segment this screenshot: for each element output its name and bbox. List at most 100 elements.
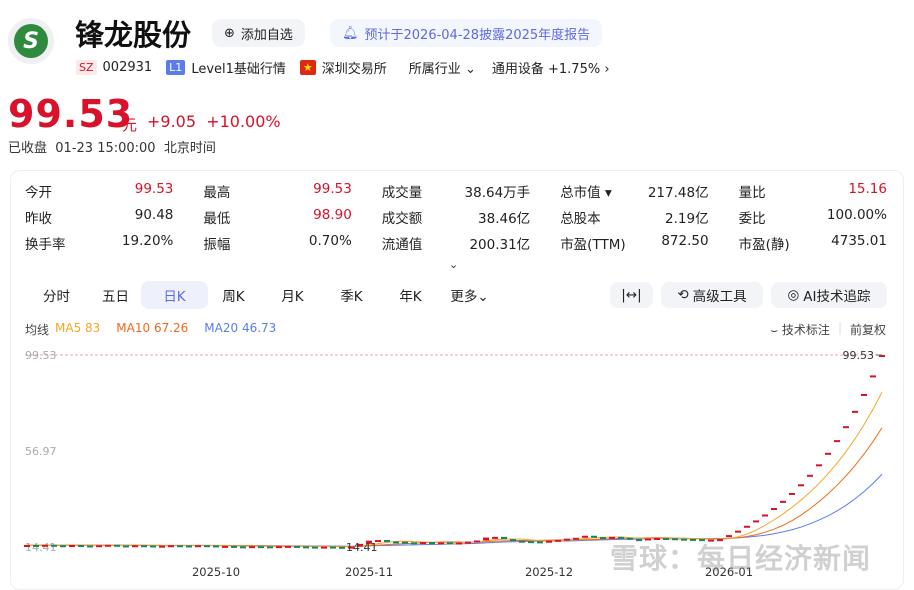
stat-label: 最低 <box>203 211 231 227</box>
candle <box>825 452 831 455</box>
fit-width-button[interactable]: |↔| <box>610 282 653 308</box>
status: 已收盘 <box>8 141 48 156</box>
stat-value: 200.31亿 <box>469 237 531 253</box>
tab-5[interactable]: 季K <box>318 281 385 309</box>
candle <box>456 542 462 545</box>
candle <box>528 541 534 544</box>
advanced-tools-button[interactable]: ⟲ 高级工具 <box>661 282 763 308</box>
candle <box>150 545 156 548</box>
current-price: 99.53 <box>8 92 134 136</box>
tab-3[interactable]: 周K <box>200 281 267 309</box>
stat-label: 最高 <box>203 185 231 201</box>
candle <box>258 546 264 549</box>
market-status: 已收盘 01-23 15:00:00 北京时间 <box>8 137 216 156</box>
logo-mark: S <box>14 24 48 58</box>
candle <box>501 536 507 540</box>
stat-value: 100.00% <box>826 207 887 223</box>
candle <box>249 546 255 549</box>
stat-label: 总股本 <box>560 211 601 227</box>
candle <box>789 492 795 495</box>
expand-chevron-icon[interactable]: ⌄ <box>449 258 458 271</box>
tab-0[interactable]: 分时 <box>23 281 90 309</box>
annotation-toggle[interactable]: ⌣ 技术标注 <box>770 321 830 338</box>
candle <box>510 539 516 542</box>
stat-0-0: 今开 99.53 <box>25 181 174 201</box>
stat-label: 流通值 <box>381 237 423 253</box>
tab-4[interactable]: 月K <box>259 281 326 309</box>
watermark: 雪球：每日经济新闻 <box>610 542 872 575</box>
candle <box>537 541 543 544</box>
chevron-down-icon: ⌄ <box>464 62 476 77</box>
candle <box>744 525 750 528</box>
industry-dropdown[interactable]: 所属行业 ⌄ <box>409 58 476 77</box>
stock-name: 锋龙股份 <box>75 18 192 52</box>
market-tag: SZ <box>76 60 97 75</box>
max-label: 99.53 <box>843 349 875 362</box>
candle <box>69 544 75 547</box>
candle <box>132 545 138 548</box>
candle <box>330 546 336 549</box>
ma5-value: MA5 83 <box>55 321 101 335</box>
candle <box>114 544 120 547</box>
stock-meta: SZ 002931 L1 Level1基础行情 ★ 深圳交易所 所属行业 ⌄ 通… <box>76 58 610 77</box>
candle <box>447 542 453 545</box>
ai-tracking-button[interactable]: ◎ AI技术追踪 <box>771 282 887 308</box>
stat-label: 总市值 ▾ <box>560 185 612 201</box>
stat-value: 38.64万手 <box>464 185 531 201</box>
stat-label: 市盈(TTM) <box>560 237 626 253</box>
tab-2[interactable]: 日K <box>141 281 208 309</box>
industry-label: 所属行业 <box>408 62 461 77</box>
candle <box>420 542 426 545</box>
candle <box>429 542 435 545</box>
candle <box>483 537 489 541</box>
tab-1[interactable]: 五日 <box>82 281 149 309</box>
tab-7[interactable]: 更多⌄ <box>436 281 503 309</box>
adjust-toggle[interactable]: 前复权 <box>850 321 886 338</box>
chart-tabs: 分时 五日 日K 周K 月K 季K 年K 更多⌄ <box>23 281 495 309</box>
industry-link[interactable]: 通用设备 +1.75% › <box>492 58 610 77</box>
add-watchlist-button[interactable]: ⊕ 添加自选 <box>212 19 305 47</box>
candle <box>735 530 741 533</box>
candle <box>303 546 309 549</box>
candle <box>762 514 768 517</box>
stat-2-0: 换手率 19.20% <box>25 233 173 253</box>
plus-circle-icon: ⊕ <box>224 25 235 41</box>
stat-value: 90.48 <box>134 207 174 223</box>
candle <box>843 426 849 429</box>
stat-value: 217.48亿 <box>647 185 709 201</box>
candle <box>267 546 273 549</box>
candle <box>519 540 525 543</box>
notice-text: 预计于2026-04-28披露2025年度报告 <box>364 27 591 43</box>
candle <box>78 544 84 547</box>
candle <box>285 545 291 548</box>
candle <box>807 474 813 477</box>
level: Level1基础行情 <box>191 62 286 77</box>
ma10-value: MA10 67.26 <box>116 321 189 335</box>
candle <box>222 545 228 548</box>
candle <box>834 440 840 443</box>
industry-name: 通用设备 <box>491 62 544 77</box>
x-tick-label: 2025-11 <box>345 565 393 579</box>
stat-label: 成交量 <box>381 185 423 201</box>
ai-label: AI技术追踪 <box>803 289 871 305</box>
stat-1-3: 总股本 2.19亿 <box>560 207 708 227</box>
x-tick-label: 2025-10 <box>192 565 240 579</box>
stock-code: 002931 <box>102 60 153 75</box>
chart-options: ⌣ 技术标注 | 前复权 <box>770 321 886 338</box>
stat-1-0: 昨收 90.48 <box>25 207 174 227</box>
candle <box>564 538 570 541</box>
candle <box>141 545 147 548</box>
stat-value: 99.53 <box>134 181 174 197</box>
stat-0-1: 最高 99.53 <box>203 181 351 201</box>
ma-legend: 均线 MA5 83 MA10 67.26 MA20 46.73 <box>25 321 276 338</box>
candle <box>168 545 174 548</box>
stat-label: 今开 <box>25 185 52 201</box>
tab-6[interactable]: 年K <box>377 281 444 309</box>
price-unit: 元 <box>122 116 138 134</box>
candle <box>393 541 399 544</box>
min-label: 14.41 <box>346 541 378 554</box>
report-notice[interactable]: 🔔︎ 预计于2026-04-28披露2025年度报告 <box>330 19 603 47</box>
candle <box>546 540 552 543</box>
company-logo: S <box>8 18 54 64</box>
candle <box>24 544 30 547</box>
